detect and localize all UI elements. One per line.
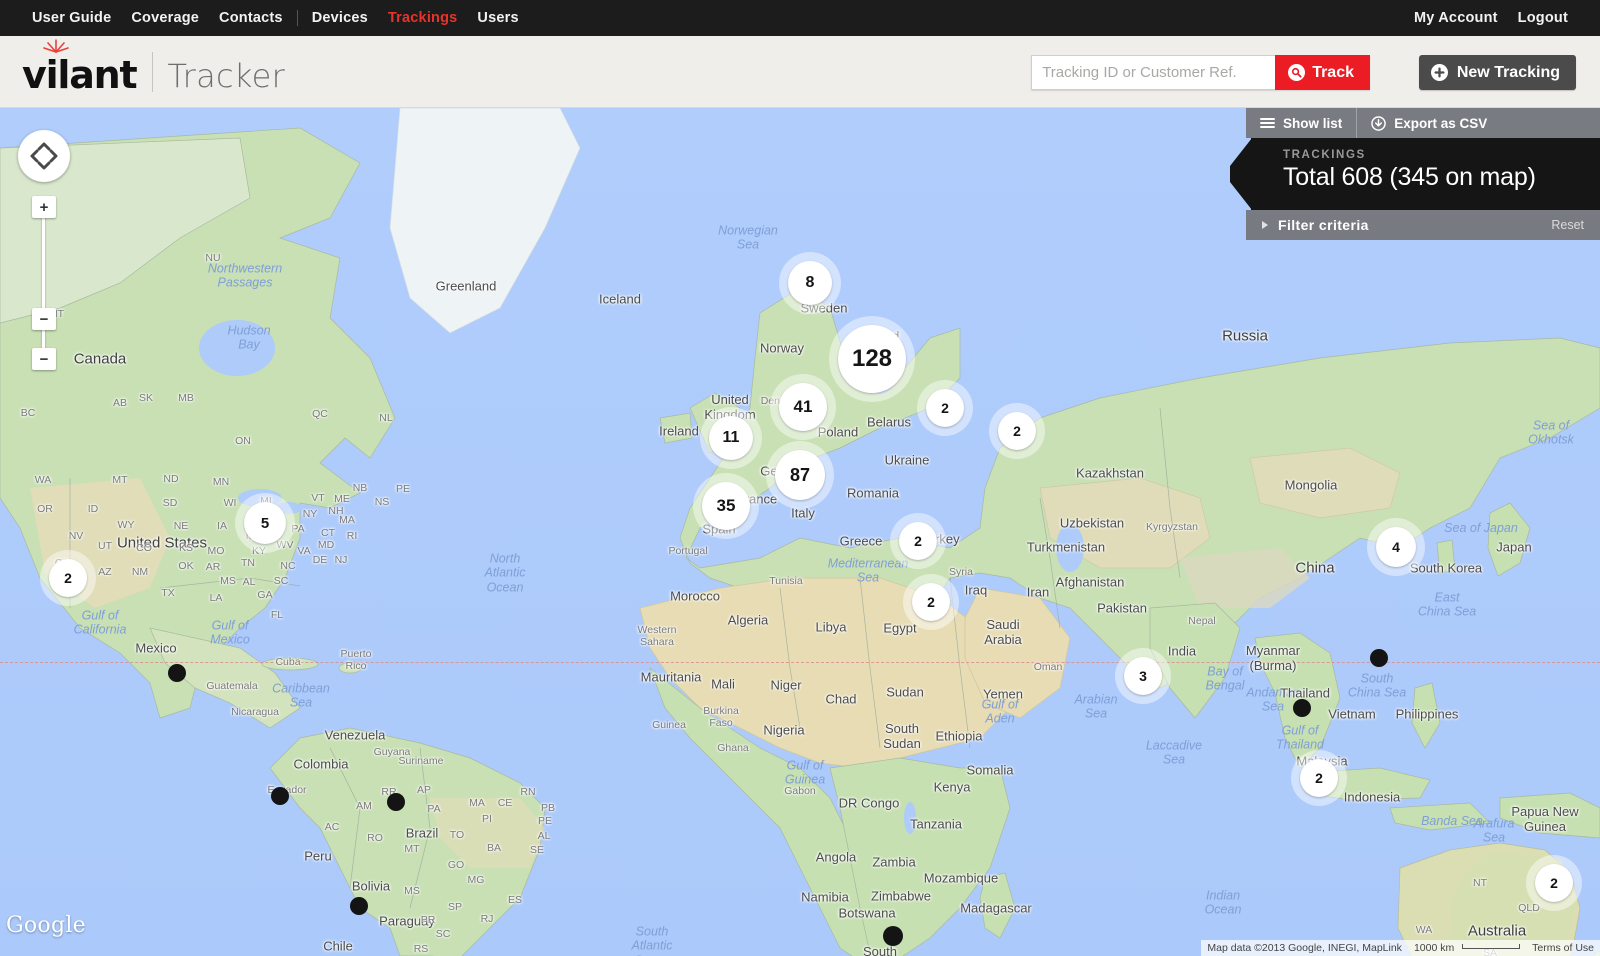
map-cluster-marker[interactable]: 8: [779, 252, 841, 314]
export-csv-label: Export as CSV: [1394, 115, 1488, 131]
logo-wordmark-tracker: Tracker: [167, 57, 286, 95]
app-header: vilant Tracker Tracking ID or Customer R…: [0, 36, 1600, 108]
chevron-right-icon: [1262, 221, 1268, 229]
nav-link-my-account[interactable]: My Account: [1404, 10, 1508, 26]
terms-of-use-link[interactable]: Terms of Use: [1526, 942, 1600, 954]
map-cluster-marker[interactable]: 87: [766, 441, 834, 509]
map-cluster-marker[interactable]: 2: [1526, 855, 1582, 911]
map-cluster-count: 87: [775, 450, 825, 500]
map-cluster-marker[interactable]: 2: [989, 403, 1045, 459]
map-point-marker[interactable]: [883, 926, 903, 946]
equator-line: [0, 662, 1600, 663]
track-button-label: Track: [1312, 63, 1354, 81]
map-cluster-count: 2: [998, 412, 1036, 450]
map-cluster-marker[interactable]: 2: [917, 380, 973, 436]
map-cluster-count: 2: [1300, 759, 1338, 797]
map-cluster-marker[interactable]: 41: [770, 374, 836, 440]
nav-primary-links: User Guide Coverage Contacts Devices Tra…: [0, 10, 529, 26]
map-cluster-marker[interactable]: 4: [1367, 518, 1425, 576]
map-point-marker[interactable]: [387, 793, 405, 811]
map-cluster-marker[interactable]: 2: [903, 574, 959, 630]
map-cluster-marker[interactable]: 2: [40, 550, 96, 606]
new-tracking-label: New Tracking: [1456, 63, 1560, 81]
tracking-search-input[interactable]: [1031, 55, 1276, 90]
nav-link-trackings[interactable]: Trackings: [378, 10, 468, 26]
map-cluster-marker[interactable]: 2: [1291, 750, 1347, 806]
hamburger-icon: [1260, 118, 1275, 128]
map-point-marker[interactable]: [1293, 699, 1311, 717]
zoom-slider-track[interactable]: [42, 208, 45, 358]
map-cluster-count: 11: [709, 416, 753, 460]
top-navigation-bar: User Guide Coverage Contacts Devices Tra…: [0, 0, 1600, 36]
map-scale-label: 1000 km: [1413, 942, 1455, 954]
search-icon: [1288, 64, 1306, 81]
nav-link-devices[interactable]: Devices: [302, 10, 378, 26]
nav-link-users[interactable]: Users: [467, 10, 528, 26]
logo-divider: [152, 52, 154, 92]
application-root: User Guide Coverage Contacts Devices Tra…: [0, 0, 1600, 956]
nav-link-contacts[interactable]: Contacts: [209, 10, 293, 26]
filter-criteria-label: Filter criteria: [1278, 217, 1369, 233]
map-cluster-count: 2: [899, 522, 937, 560]
export-csv-button[interactable]: Export as CSV: [1357, 108, 1501, 138]
panel-kicker-label: TRACKINGS: [1283, 149, 1366, 161]
map-cluster-count: 2: [926, 389, 964, 427]
zoom-slider-handle[interactable]: −: [32, 308, 56, 330]
map-cluster-count: 8: [788, 261, 832, 305]
map-point-marker[interactable]: [1370, 649, 1388, 667]
map-cluster-marker[interactable]: 11: [700, 407, 762, 469]
brand-logo[interactable]: vilant Tracker: [22, 39, 286, 97]
map-scale-bar: [1462, 944, 1521, 949]
map-cluster-count: 128: [838, 325, 906, 393]
map-point-marker[interactable]: [350, 897, 368, 915]
nav-link-coverage[interactable]: Coverage: [121, 10, 209, 26]
new-tracking-button[interactable]: New Tracking: [1418, 55, 1576, 90]
trackings-panel: Show list Export as CSV TRACKINGS Total …: [1230, 108, 1600, 240]
zoom-in-button[interactable]: +: [32, 196, 56, 218]
map-cluster-marker[interactable]: 128: [829, 316, 915, 402]
panel-summary: TRACKINGS Total 608 (345 on map): [1230, 138, 1600, 210]
download-circle-icon: [1371, 115, 1387, 131]
map-cluster-count: 5: [244, 502, 286, 544]
antenna-rays-icon: [43, 39, 69, 53]
map-cluster-count: 35: [702, 482, 750, 530]
map-data-attribution: Map data ©2013 Google, INEGI, MapLink: [1207, 942, 1402, 954]
panel-summary-body: TRACKINGS Total 608 (345 on map): [1251, 138, 1600, 210]
panel-toolbar: Show list Export as CSV: [1246, 108, 1600, 138]
map-cluster-count: 2: [1535, 864, 1573, 902]
map-point-marker[interactable]: [271, 787, 289, 805]
panel-notch-shape: [1230, 138, 1252, 210]
pan-compass-icon: [30, 142, 58, 170]
show-list-label: Show list: [1283, 115, 1343, 131]
map-cluster-count: 41: [779, 383, 827, 431]
logo-wordmark-vilant: vilant: [22, 53, 138, 97]
map-cluster-count: 4: [1376, 527, 1416, 567]
map-scale: 1000 km: [1408, 942, 1526, 954]
nav-account-links: My Account Logout: [1404, 10, 1600, 26]
map-pan-control[interactable]: [18, 130, 70, 182]
filter-reset-button[interactable]: Reset: [1551, 218, 1584, 232]
map-cluster-marker[interactable]: 3: [1115, 648, 1171, 704]
map-point-marker[interactable]: [168, 664, 186, 682]
zoom-out-button[interactable]: −: [32, 348, 56, 370]
show-list-button[interactable]: Show list: [1246, 108, 1356, 138]
filter-criteria-bar[interactable]: Filter criteria Reset: [1246, 210, 1600, 240]
map-cluster-marker[interactable]: 2: [890, 513, 946, 569]
map-cluster-count: 2: [49, 559, 87, 597]
tracking-search-group: Track: [1031, 55, 1370, 90]
track-button[interactable]: Track: [1275, 55, 1370, 90]
map-cluster-marker[interactable]: 35: [693, 473, 759, 539]
map-cluster-count: 3: [1124, 657, 1162, 695]
nav-link-user-guide[interactable]: User Guide: [22, 10, 121, 26]
panel-total-label: Total 608 (345 on map): [1283, 163, 1536, 191]
map-attribution-bar: Map data ©2013 Google, INEGI, MapLink 10…: [1201, 940, 1600, 956]
map-cluster-count: 2: [912, 583, 950, 621]
nav-divider: [296, 10, 298, 26]
plus-circle-icon: [1430, 64, 1448, 81]
nav-link-logout[interactable]: Logout: [1508, 10, 1578, 26]
map-cluster-marker[interactable]: 5: [235, 493, 295, 553]
